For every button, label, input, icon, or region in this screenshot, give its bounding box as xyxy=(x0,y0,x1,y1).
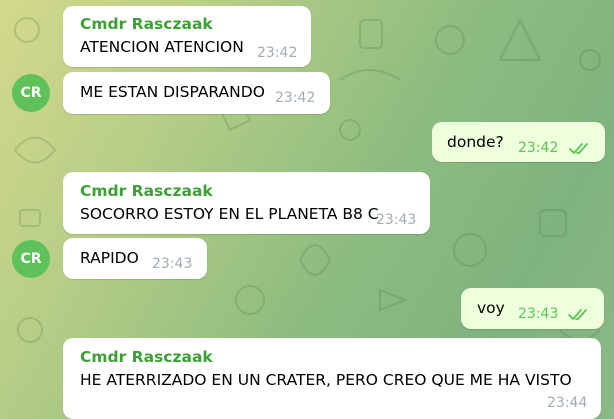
sender-name[interactable]: Cmdr Rasczaak xyxy=(80,15,213,33)
message-bubble[interactable]: Cmdr Rasczaak HE ATERRIZADO EN UN CRATER… xyxy=(63,338,601,419)
message-time: 23:43 xyxy=(376,212,417,228)
message-text: voy xyxy=(477,299,505,317)
message-text: RAPIDO xyxy=(80,249,139,267)
message-bubble[interactable]: Cmdr Rasczaak SOCORRO ESTOY EN EL PLANET… xyxy=(63,172,430,234)
avatar[interactable]: CR xyxy=(12,240,50,278)
read-double-check-icon xyxy=(568,309,587,320)
sender-name[interactable]: Cmdr Rasczaak xyxy=(80,348,213,366)
message-time: 23:43 xyxy=(518,306,559,322)
message-time: 23:42 xyxy=(275,90,316,106)
avatar[interactable]: CR xyxy=(12,74,50,112)
message-time: 23:42 xyxy=(518,140,559,156)
message-time: 23:44 xyxy=(547,395,588,411)
sender-name[interactable]: Cmdr Rasczaak xyxy=(80,182,213,200)
message-bubble[interactable]: RAPIDO 23:43 xyxy=(63,238,207,279)
message-time: 23:42 xyxy=(257,45,298,61)
message-bubble[interactable]: Cmdr Rasczaak ATENCION ATENCION 23:42 xyxy=(63,6,311,67)
message-text: SOCORRO ESTOY EN EL PLANETA B8 C xyxy=(80,205,379,223)
message-time: 23:43 xyxy=(152,256,193,272)
message-bubble[interactable]: voy 23:43 xyxy=(461,288,604,329)
read-double-check-icon xyxy=(569,143,588,154)
message-text: ME ESTAN DISPARANDO xyxy=(80,83,265,101)
message-text: donde? xyxy=(447,133,504,151)
chat-background: Cmdr Rasczaak ATENCION ATENCION 23:42 CR… xyxy=(0,0,614,419)
message-text: ATENCION ATENCION xyxy=(80,38,244,56)
message-bubble[interactable]: ME ESTAN DISPARANDO 23:42 xyxy=(63,72,330,114)
message-text: HE ATERRIZADO EN UN CRATER, PERO CREO QU… xyxy=(80,371,572,389)
message-bubble[interactable]: donde? 23:42 xyxy=(432,122,605,162)
